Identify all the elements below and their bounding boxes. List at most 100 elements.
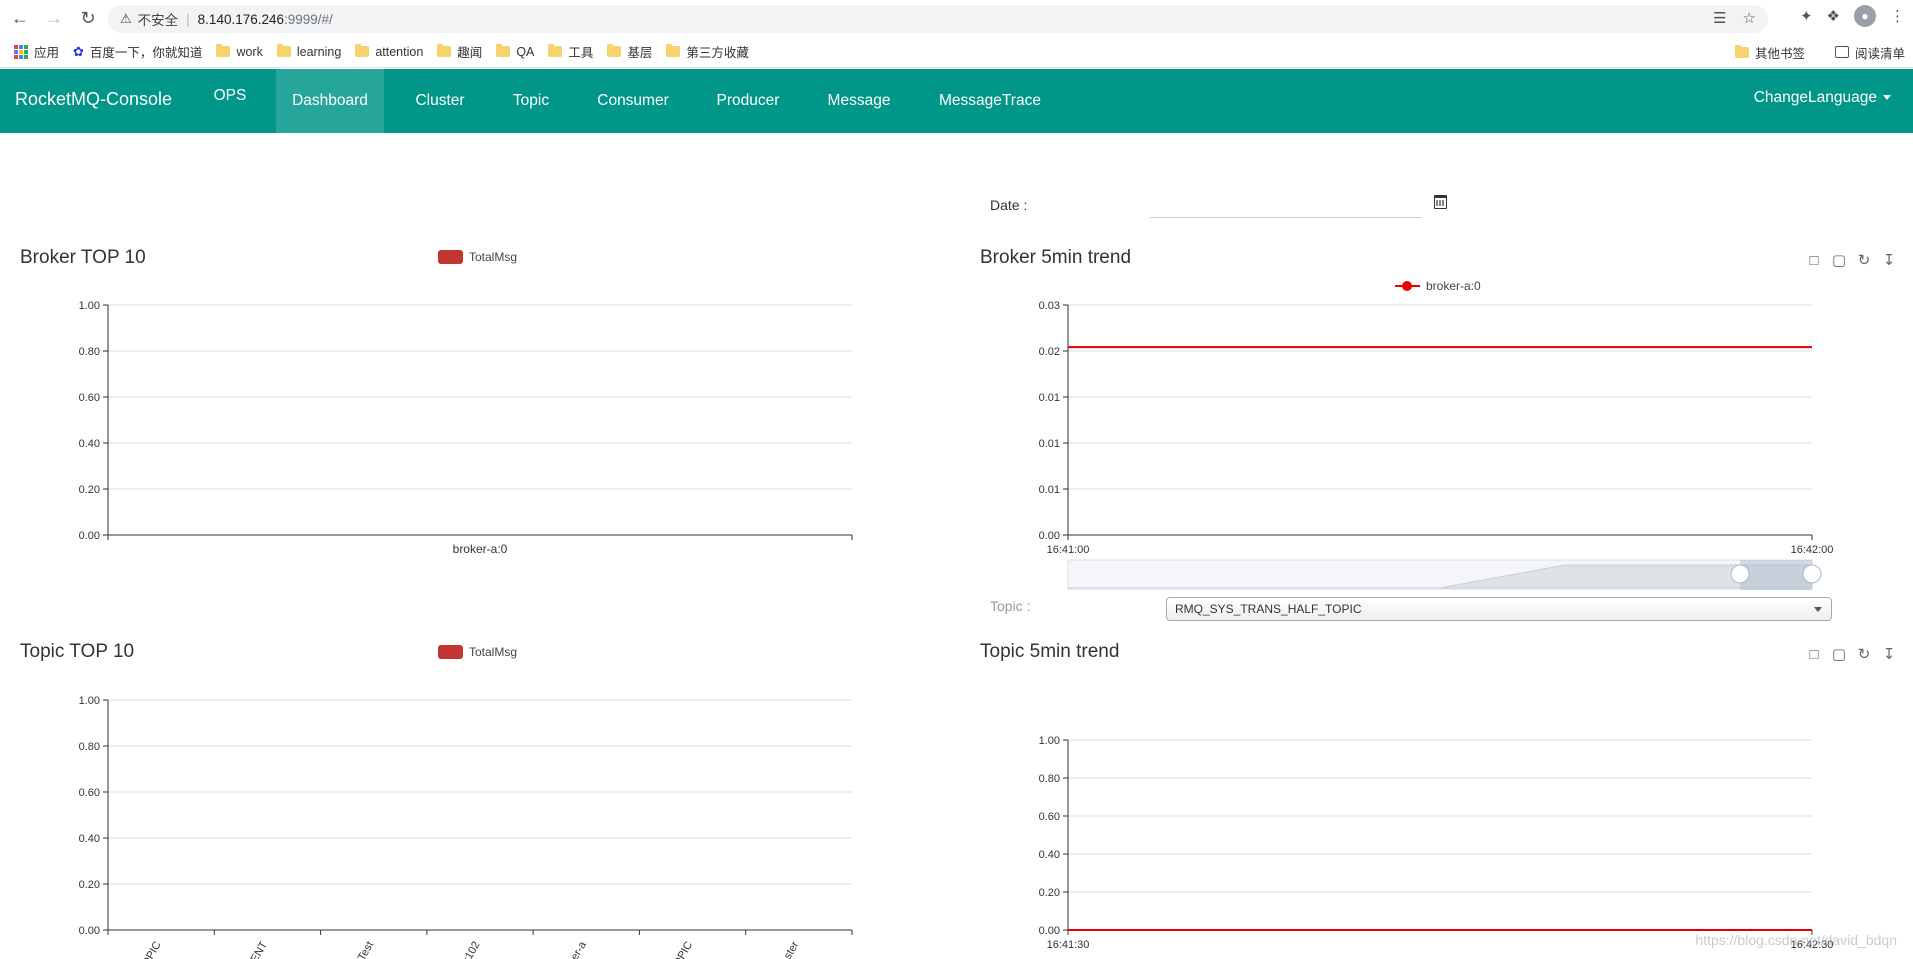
bookmark-label: 应用 [34, 46, 60, 60]
baidu-paw-icon: ✿ [73, 43, 84, 59]
bookmark-tools[interactable]: 工具 [548, 42, 593, 61]
broker-trend-title: Broker 5min trend [980, 247, 1132, 268]
topic-top-legend[interactable]: TotalMsg [438, 645, 517, 659]
bookmark-label: 工具 [568, 46, 594, 60]
zoom-icon[interactable]: □ [1806, 646, 1822, 663]
bookmark-fun[interactable]: 趣闻 [437, 42, 482, 61]
broker-top-chart: 1.00 0.80 0.60 0.40 0.20 0.00 broker-a:0 [79, 300, 853, 556]
nav-cluster[interactable]: Cluster [400, 69, 480, 133]
folder-icon [276, 44, 291, 57]
legend-swatch [438, 250, 463, 264]
reading-list-icon [1834, 46, 1849, 58]
date-input[interactable] [1150, 196, 1422, 218]
nav-message-trace[interactable]: MessageTrace [928, 69, 1052, 133]
bookmark-other[interactable]: 其他书签 [1734, 43, 1805, 62]
x-tick-label: 16:42:00 [1791, 544, 1834, 556]
bookmark-label: 百度一下，你就知道 [89, 46, 203, 60]
bookmark-baidu[interactable]: ✿ 百度一下，你就知道 [73, 42, 202, 61]
back-icon[interactable]: ← [6, 4, 34, 32]
bookmark-work[interactable]: work [216, 44, 263, 59]
nav-dashboard[interactable]: Dashboard [276, 69, 384, 133]
broker-trend-toolbox: □ ▢ ↻ ↧ [1806, 252, 1897, 270]
zoom-reset-icon[interactable]: ▢ [1831, 252, 1847, 269]
x-tick-label: er-a [569, 939, 590, 959]
legend-label: TotalMsg [469, 645, 518, 659]
select-arrow-icon [1814, 607, 1822, 612]
folder-icon [1734, 44, 1749, 58]
bookmark-label: work [236, 44, 263, 59]
folder-icon [548, 44, 563, 57]
refresh-icon[interactable]: ↻ [1856, 646, 1872, 663]
brand-logo[interactable]: RocketMQ-Console [15, 89, 172, 110]
bookmark-label: attention [375, 44, 424, 59]
bookmark-qa[interactable]: QA [496, 44, 534, 59]
x-tick-label: 16:41:00 [1047, 544, 1090, 556]
folder-icon [496, 44, 511, 57]
zoom-handle-left [1730, 564, 1750, 584]
y-tick-label: 0.00 [79, 925, 100, 937]
x-tick-label: ster [782, 939, 802, 959]
y-tick-label: 0.40 [79, 833, 100, 845]
bookmark-attention[interactable]: attention [355, 44, 424, 59]
app-navbar: RocketMQ-Console OPS Dashboard Cluster T… [0, 69, 1913, 133]
reading-list[interactable]: 阅读清单 [1834, 43, 1905, 62]
nav-consumer[interactable]: Consumer [586, 69, 680, 133]
insecure-label: 不安全 [137, 13, 179, 28]
download-icon[interactable]: ↧ [1881, 252, 1897, 269]
folder-icon [607, 44, 622, 57]
y-tick-label: 1.00 [79, 695, 100, 707]
profile-avatar-icon[interactable]: ● [1854, 5, 1876, 27]
zoom-icon[interactable]: □ [1806, 252, 1822, 269]
bookmark-label: 基层 [627, 46, 653, 60]
broker-top-legend[interactable]: TotalMsg [438, 250, 517, 264]
x-tick-label: OPIC [671, 939, 695, 959]
zoom-reset-icon[interactable]: ▢ [1831, 646, 1847, 663]
y-tick-label: 0.00 [1039, 925, 1060, 937]
y-tick-label: 0.40 [1039, 849, 1060, 861]
bookmark-star-icon[interactable]: ☆ [1743, 9, 1756, 27]
bookmark-label: 趣闻 [457, 46, 483, 60]
y-tick-label: 0.01 [1039, 438, 1060, 450]
refresh-icon[interactable]: ↻ [1856, 252, 1872, 269]
url-path: :9999/#/ [284, 11, 333, 27]
nav-producer[interactable]: Producer [704, 69, 792, 133]
bookmark-apps[interactable]: 应用 [14, 42, 59, 61]
extensions-puzzle-icon[interactable]: ❖ [1827, 7, 1840, 25]
calendar-icon[interactable] [1434, 195, 1447, 209]
zoom-slider-window [1740, 560, 1812, 590]
more-menu-icon[interactable]: ⋮ [1890, 7, 1905, 25]
omnibox-separator: | [186, 11, 190, 27]
change-language-label: ChangeLanguage [1753, 89, 1877, 106]
watermark: https://blog.csdn.net/david_bdqn [1695, 932, 1897, 948]
translate-icon[interactable]: ☰ [1713, 9, 1726, 27]
warning-icon: ⚠ [120, 11, 132, 26]
apps-icon [14, 44, 28, 59]
topic-select[interactable]: RMQ_SYS_TRANS_HALF_TOPIC [1166, 597, 1832, 621]
address-bar[interactable]: ⚠ 不安全 | 8.140.176.246 :9999/#/ ☰ ☆ [108, 5, 1768, 33]
y-tick-label: 0.60 [79, 392, 100, 404]
reload-icon[interactable]: ↻ [74, 4, 102, 32]
change-language-dropdown[interactable]: ChangeLanguage [1754, 89, 1891, 107]
y-tick-label: 0.00 [79, 530, 100, 542]
folder-icon [666, 44, 681, 57]
bookmarks-bar: 应用 ✿ 百度一下，你就知道 work learning attention 趣… [0, 36, 1913, 68]
extension-bird-icon[interactable]: ✦ [1800, 7, 1813, 25]
bookmark-learning[interactable]: learning [276, 44, 341, 59]
nav-topic[interactable]: Topic [500, 69, 562, 133]
download-icon[interactable]: ↧ [1881, 646, 1897, 663]
y-tick-label: 0.40 [79, 438, 100, 450]
nav-ops[interactable]: OPS [202, 65, 258, 129]
y-tick-label: 0.20 [1039, 887, 1060, 899]
folder-icon [216, 44, 231, 57]
reading-list-label: 阅读清单 [1854, 46, 1905, 61]
nav-message[interactable]: Message [814, 69, 904, 133]
topic-select-value: RMQ_SYS_TRANS_HALF_TOPIC [1175, 602, 1362, 616]
bookmark-base[interactable]: 基层 [607, 42, 652, 61]
y-tick-label: 0.01 [1039, 392, 1060, 404]
topic-label: Topic : [990, 598, 1031, 614]
y-tick-label: 0.80 [1039, 773, 1060, 785]
bookmark-third-party[interactable]: 第三方收藏 [666, 42, 749, 61]
forward-icon[interactable]: → [40, 4, 68, 32]
topic-top-title: Topic TOP 10 [20, 641, 135, 662]
url-host: 8.140.176.246 [197, 11, 285, 27]
